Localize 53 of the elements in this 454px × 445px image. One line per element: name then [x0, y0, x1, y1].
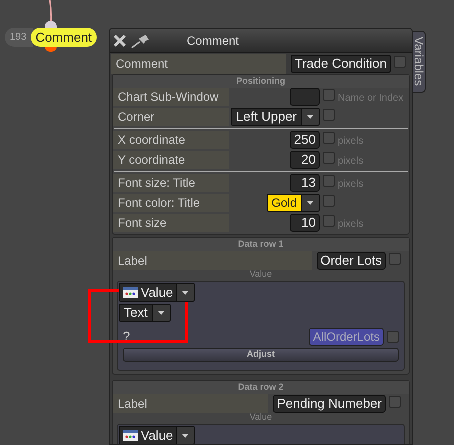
field-label: Y coordinate	[113, 151, 229, 169]
caret-icon	[182, 434, 190, 438]
input-field[interactable]	[290, 88, 320, 106]
checkbox[interactable]	[389, 396, 401, 408]
output-port-icon[interactable]	[45, 47, 57, 52]
node-number: 193	[5, 28, 33, 47]
dropdown[interactable]: Text	[119, 304, 171, 322]
field-label: Font size: Title	[113, 174, 229, 192]
field-label: Chart Sub-Window	[113, 88, 229, 106]
dropdown[interactable]: Gold	[266, 194, 320, 212]
field-label: X coordinate	[113, 131, 229, 149]
section-header: Positioning	[113, 75, 409, 88]
checkbox[interactable]	[323, 152, 335, 164]
caret-icon	[182, 290, 190, 294]
input-field[interactable]: Trade Condition	[290, 55, 391, 73]
caret-icon	[307, 115, 314, 119]
checkbox[interactable]	[387, 330, 399, 342]
section-header: Data row 1	[113, 238, 409, 251]
checkbox[interactable]	[323, 89, 335, 101]
checkbox[interactable]	[323, 109, 335, 121]
field-label: Comment	[111, 54, 286, 74]
field-label: Corner	[113, 108, 229, 126]
dropdown[interactable]: Value	[119, 283, 196, 302]
field-label: Label	[113, 251, 312, 270]
section-header: Data row 2	[113, 381, 409, 394]
caret-icon	[158, 311, 165, 315]
dropdown[interactable]: Left Upper	[231, 108, 320, 126]
value-icon	[123, 287, 138, 298]
node-label[interactable]: Comment	[30, 28, 98, 47]
checkbox[interactable]	[389, 252, 401, 264]
input-field[interactable]: 20	[290, 151, 320, 169]
input-field[interactable]: Order Lots	[316, 252, 386, 270]
checkbox[interactable]	[394, 56, 406, 68]
adjust-button[interactable]: Adjust	[123, 348, 399, 362]
value-icon	[123, 430, 138, 441]
input-field[interactable]: 13	[290, 174, 320, 192]
field-label: Font size	[113, 214, 229, 232]
caret-icon	[307, 201, 314, 205]
variables-tab[interactable]: Variables	[412, 31, 426, 93]
checkbox[interactable]	[323, 175, 335, 187]
value-caption: Value	[250, 268, 272, 282]
input-field[interactable]: Pending Numeber	[273, 394, 386, 412]
checkbox[interactable]	[323, 195, 335, 207]
field-label: Font color: Title	[113, 194, 229, 212]
value-caption: Value	[250, 411, 272, 424]
dropdown[interactable]: Value	[119, 426, 196, 444]
checkbox[interactable]	[323, 132, 335, 144]
field-label: Label	[113, 394, 268, 413]
window-title: Comment	[187, 32, 240, 50]
close-icon[interactable]	[113, 34, 127, 48]
input-field[interactable]: 10	[290, 214, 320, 232]
input-field[interactable]: 250	[290, 131, 320, 149]
checkbox[interactable]	[323, 215, 335, 227]
